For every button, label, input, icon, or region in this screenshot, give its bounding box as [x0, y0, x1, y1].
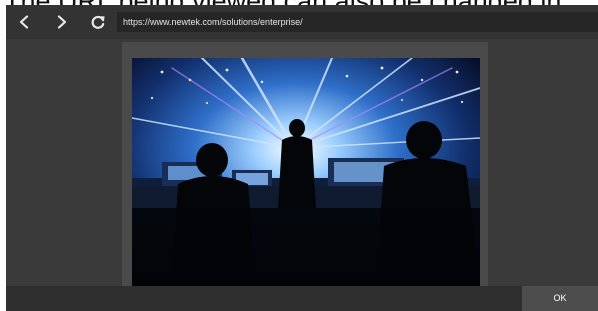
photo-illustration: [132, 58, 480, 286]
forward-button[interactable]: [50, 11, 74, 33]
browser-dialog: https://www.newtek.com/solutions/enterpr…: [6, 5, 598, 311]
refresh-button[interactable]: [86, 11, 110, 33]
browser-toolbar: https://www.newtek.com/solutions/enterpr…: [6, 5, 598, 39]
refresh-icon: [91, 15, 105, 29]
chevron-left-icon: [19, 15, 29, 29]
back-button[interactable]: [12, 11, 36, 33]
page-content: [122, 42, 488, 286]
web-viewport: [6, 39, 598, 286]
concert-control-room-photo: [132, 58, 480, 286]
address-bar[interactable]: https://www.newtek.com/solutions/enterpr…: [117, 12, 598, 32]
ok-button[interactable]: OK: [522, 286, 598, 311]
dialog-footer: OK: [6, 286, 598, 311]
chevron-right-icon: [57, 15, 67, 29]
